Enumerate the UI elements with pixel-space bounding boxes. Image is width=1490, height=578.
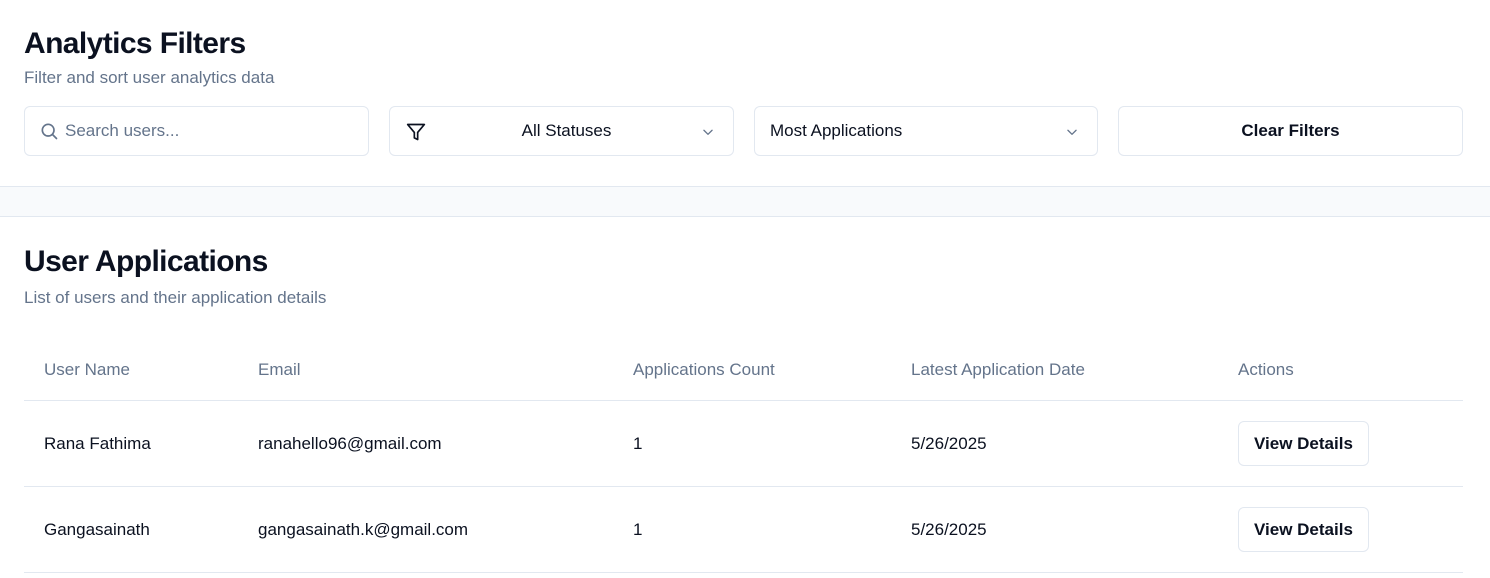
actions-cell: View Details [1238,487,1369,572]
column-header-latest-application-date: Latest Application Date [911,360,1085,379]
user-name-cell: Rana Fathima [44,433,151,453]
table-row: Gangasainath gangasainath.k@gmail.com 1 … [24,487,1463,573]
view-details-button[interactable]: View Details [1238,421,1369,466]
column-header-email: Email [258,360,301,379]
column-header-actions: Actions [1238,360,1294,379]
email-cell: ranahello96@gmail.com [258,433,442,453]
search-icon [41,123,58,140]
user-name-cell: Gangasainath [44,519,150,539]
table-row: Rana Fathima ranahello96@gmail.com 1 5/2… [24,401,1463,487]
sort-select[interactable]: Most Applications [754,106,1098,156]
analytics-filters-card: Analytics Filters Filter and sort user a… [0,0,1490,187]
actions-cell: View Details [1238,401,1369,486]
search-field[interactable] [24,106,369,156]
applications-title: User Applications [24,245,268,278]
search-input[interactable] [65,107,355,155]
page: Analytics Filters Filter and sort user a… [0,0,1490,578]
filter-icon [406,123,426,141]
sort-select-value: Most Applications [770,121,903,140]
latest-application-date-cell: 5/26/2025 [911,519,987,539]
chevron-down-icon [1067,129,1077,135]
table-header-row: User Name Email Applications Count Lates… [24,340,1463,401]
applications-count-cell: 1 [633,519,643,539]
chevron-down-icon [703,129,713,135]
clear-filters-button[interactable]: Clear Filters [1118,106,1463,156]
status-select-value: All Statuses [521,121,612,140]
column-header-applications-count: Applications Count [633,360,775,379]
applications-subtitle: List of users and their application deta… [24,288,327,307]
email-cell: gangasainath.k@gmail.com [258,519,469,539]
applications-table: User Name Email Applications Count Lates… [24,340,1463,573]
filters-subtitle: Filter and sort user analytics data [24,68,275,87]
column-header-user-name: User Name [44,360,130,379]
section-divider [0,187,1490,217]
user-applications-card: User Applications List of users and thei… [0,218,1490,578]
filters-title: Analytics Filters [24,27,246,60]
view-details-button[interactable]: View Details [1238,507,1369,552]
status-select[interactable]: All Statuses [389,106,734,156]
applications-count-cell: 1 [633,433,643,453]
latest-application-date-cell: 5/26/2025 [911,433,987,453]
